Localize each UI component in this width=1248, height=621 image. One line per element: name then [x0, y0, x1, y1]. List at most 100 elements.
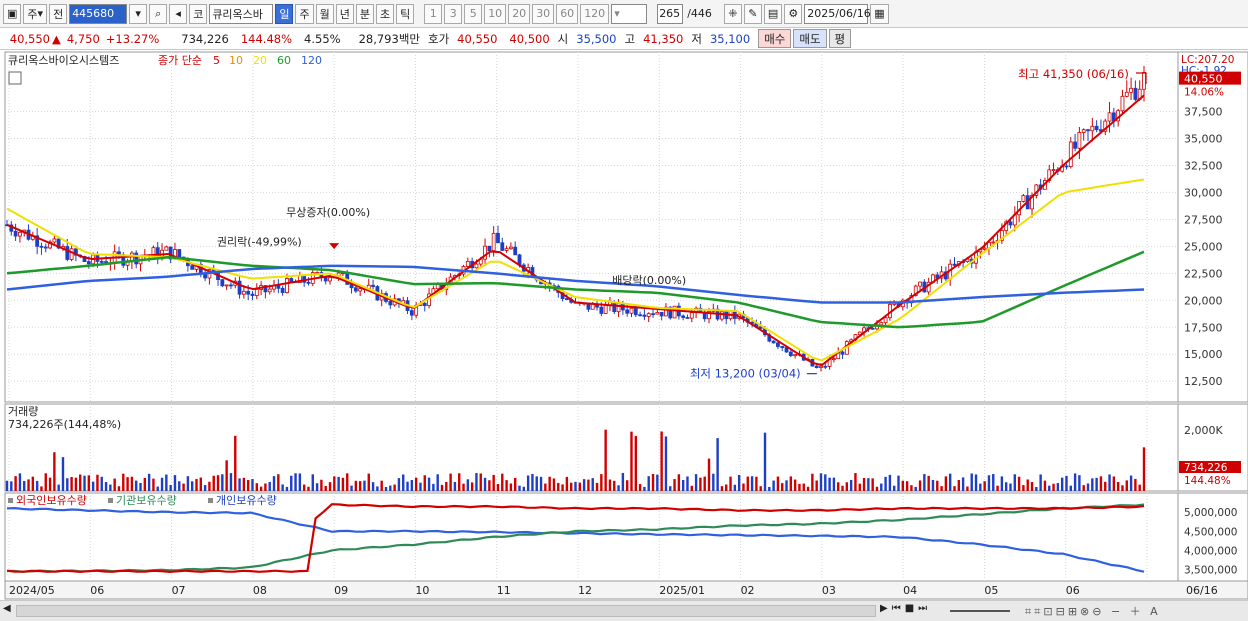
prev-button[interactable]: 전 [49, 3, 68, 24]
stock-name-field[interactable]: 큐리옥스바 [209, 3, 274, 24]
volume-value-label: 734,226주(144,48%) [8, 418, 121, 431]
volume-bar [1104, 481, 1107, 491]
volume-bar [837, 482, 840, 491]
interval-30[interactable]: 30 [532, 3, 555, 24]
chart-tools-icon[interactable]: ⌗⌗⊡⊟⊞⊗⊖ − ＋ A [1025, 603, 1161, 619]
period-minute-button[interactable]: 분 [355, 3, 374, 24]
stock-chart-svg[interactable]: 37,500 35,000 32,500 30,000 27,500 25,000 22,5… [0, 50, 1248, 600]
volume-bar [311, 474, 314, 491]
volume-bar [1035, 486, 1038, 491]
volume-bar [974, 474, 978, 491]
candle-body [599, 306, 604, 314]
interval-1[interactable]: 1 [424, 3, 443, 24]
interval-5[interactable]: 5 [464, 3, 483, 24]
period-day-button[interactable]: 일 [275, 3, 294, 24]
interval-120[interactable]: 120 [580, 3, 610, 24]
stock-code-input[interactable]: 445680 [69, 3, 128, 24]
playback-controls-icon[interactable]: ▶⏮■⏭ [880, 603, 931, 614]
grid-icon[interactable]: ⁜ [723, 3, 742, 24]
volume-bar [397, 478, 401, 491]
volume-bar [1022, 485, 1025, 491]
period-year-button[interactable]: 년 [335, 3, 354, 24]
search-icon[interactable]: ⌕ [149, 3, 168, 24]
period-second-button[interactable]: 초 [375, 3, 395, 24]
interval-20[interactable]: 20 [508, 3, 531, 24]
candle-body [99, 260, 104, 263]
volume-bar [793, 479, 797, 491]
candle-body [39, 245, 44, 248]
volume-bar [66, 478, 69, 491]
gear-icon[interactable]: ⚙ [784, 3, 803, 24]
interval-10[interactable]: 10 [484, 3, 507, 24]
candle-body [793, 353, 798, 357]
ask-label: 호가 [427, 31, 450, 46]
volume-bar [888, 474, 892, 491]
volume-bar [944, 476, 948, 491]
volume-bar [225, 460, 228, 491]
volume-bar [190, 481, 194, 491]
x-tick-label: 08 [253, 584, 267, 597]
layout-icon[interactable]: ▣ [3, 3, 22, 24]
candle-body [625, 309, 630, 314]
volume-bar [363, 480, 366, 491]
x-tick-label: 07 [172, 584, 186, 597]
volume-bar [328, 482, 332, 491]
save-icon[interactable]: ▤ [763, 3, 783, 24]
period-month-button[interactable]: 월 [315, 3, 334, 24]
interval-60[interactable]: 60 [556, 3, 579, 24]
volume-bar [802, 483, 805, 491]
speaker-icon[interactable]: ◂ [169, 3, 188, 24]
candle-body [229, 284, 233, 287]
volume-bar [315, 483, 319, 491]
count-field[interactable]: 265 [657, 3, 684, 24]
volume-bar [1138, 484, 1141, 491]
volume-bar [1108, 474, 1111, 491]
candle-body [353, 287, 358, 292]
candle-body [220, 279, 225, 287]
calendar-icon[interactable]: ▦ [870, 3, 889, 24]
dropdown-icon[interactable]: ▾ [129, 3, 148, 24]
zoom-slider[interactable] [950, 610, 1010, 612]
date-field[interactable]: 2025/06/16 [804, 3, 871, 24]
volume-bar [647, 476, 650, 491]
interval-3[interactable]: 3 [444, 3, 463, 24]
volume-bar [147, 473, 151, 491]
volume-bar [1048, 485, 1051, 491]
scroll-left-icon[interactable]: ◀ [3, 603, 11, 614]
candle-body [832, 358, 836, 361]
scroll-track[interactable] [16, 605, 876, 617]
volume-bar [156, 486, 159, 491]
volume-bar [514, 477, 517, 491]
buy-button[interactable]: 매수 [758, 29, 792, 48]
candle-body [814, 365, 819, 368]
holding-y-tick: 4,500,000 [1184, 526, 1237, 538]
interval-custom-field[interactable]: ▾ [611, 3, 648, 24]
volume-bar [828, 477, 831, 491]
volume-bar [923, 474, 926, 491]
volume-bar [109, 484, 112, 491]
candle-body [306, 281, 311, 284]
volume-bar [70, 476, 73, 491]
period-week-button[interactable]: 주 [295, 3, 314, 24]
draw-icon[interactable]: ✎ [743, 3, 762, 24]
volume-bar [272, 476, 276, 491]
period-selector[interactable]: 주 ▾ [23, 3, 48, 24]
candle-body [491, 232, 496, 252]
volume-bar [862, 477, 866, 491]
period-selector-label: 주 [27, 7, 38, 21]
volume-bar [1000, 476, 1004, 491]
scroll-bar[interactable]: ◀ ▶⏮■⏭ ⌗⌗⊡⊟⊞⊗⊖ − ＋ A [0, 600, 1248, 621]
candle-body [780, 346, 785, 348]
volume-bar [1099, 476, 1103, 491]
period-tick-button[interactable]: 틱 [396, 3, 415, 24]
candle-body [52, 238, 57, 243]
chart-area[interactable]: 37,500 35,000 32,500 30,000 27,500 25,000 22,5… [0, 50, 1248, 621]
volume-bar [61, 457, 65, 491]
candle-body [500, 242, 505, 251]
sell-button[interactable]: 매도 [793, 29, 827, 48]
high-annotation: 최고 41,350 (06/16) [1018, 67, 1129, 81]
volume-bar [656, 474, 659, 491]
eval-button[interactable]: 평 [828, 29, 852, 48]
code-label-button[interactable]: 코 [189, 3, 208, 24]
holding-legend: 개인보유수량 [216, 494, 277, 507]
